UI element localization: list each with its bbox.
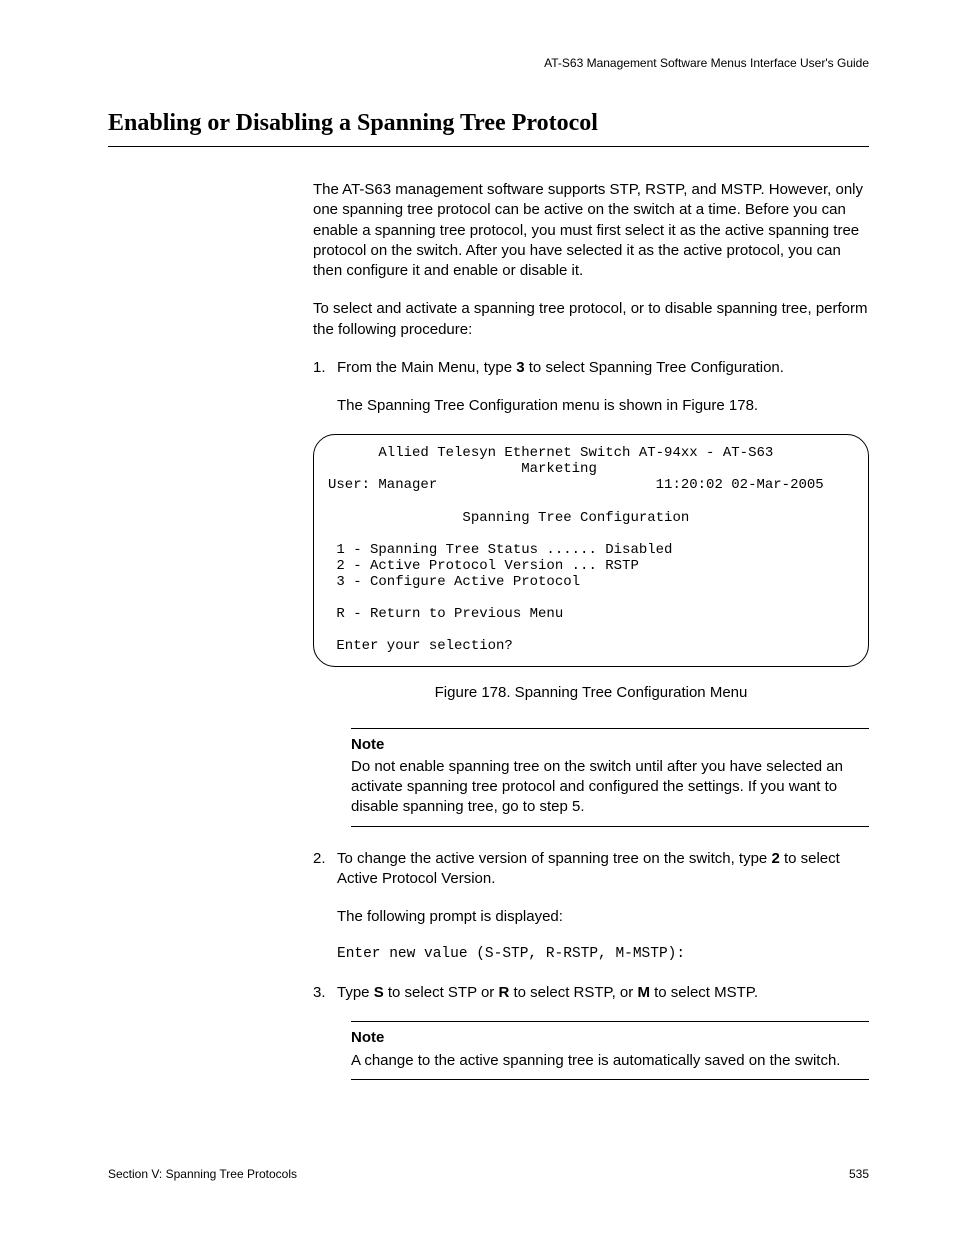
body-content: The AT-S63 management software supports …: [313, 180, 869, 1102]
step-2: 2. To change the active version of spann…: [313, 849, 869, 890]
intro-paragraph-2: To select and activate a spanning tree p…: [313, 299, 869, 340]
t3d: R: [498, 984, 509, 1001]
note-1: Note Do not enable spanning tree on the …: [351, 728, 869, 827]
t-l8: R - Return to Previous Menu: [328, 606, 563, 622]
t3b: S: [374, 984, 384, 1001]
txt-b: 2: [771, 850, 779, 867]
note-title: Note: [351, 735, 869, 755]
section-heading: Enabling or Disabling a Spanning Tree Pr…: [108, 110, 869, 147]
step-number: 2.: [313, 849, 337, 890]
t3a: Type: [337, 984, 374, 1001]
t-l4: Spanning Tree Configuration: [328, 510, 689, 526]
step-2-sub: The following prompt is displayed:: [337, 907, 869, 927]
txt-a: From the Main Menu, type: [337, 359, 516, 376]
step-number: 1.: [313, 358, 337, 378]
t-l9: Enter your selection?: [328, 638, 513, 654]
t3e: to select RSTP, or: [509, 984, 637, 1001]
txt-c: to select Spanning Tree Configuration.: [525, 359, 784, 376]
t3f: M: [637, 984, 650, 1001]
figure-caption: Figure 178. Spanning Tree Configuration …: [313, 683, 869, 703]
prompt-line: Enter new value (S-STP, R-RSTP, M-MSTP):: [337, 945, 869, 965]
step-1: 1. From the Main Menu, type 3 to select …: [313, 358, 869, 378]
step-text: From the Main Menu, type 3 to select Spa…: [337, 358, 869, 378]
step-text: To change the active version of spanning…: [337, 849, 869, 890]
t-l7: 3 - Configure Active Protocol: [328, 574, 580, 590]
step-text: Type S to select STP or R to select RSTP…: [337, 983, 869, 1003]
note-body: Do not enable spanning tree on the switc…: [351, 757, 869, 818]
running-header: AT-S63 Management Software Menus Interfa…: [544, 56, 869, 70]
t-l3: User: Manager 11:20:02 02-Mar-2005: [328, 477, 824, 493]
t-l1: Allied Telesyn Ethernet Switch AT-94xx -…: [328, 445, 773, 461]
footer-section: Section V: Spanning Tree Protocols: [108, 1167, 297, 1181]
t-l5: 1 - Spanning Tree Status ...... Disabled: [328, 542, 672, 558]
note-2: Note A change to the active spanning tre…: [351, 1021, 869, 1080]
step-1-sub: The Spanning Tree Configuration menu is …: [337, 396, 869, 416]
t-l6: 2 - Active Protocol Version ... RSTP: [328, 558, 639, 574]
t-l2: Marketing: [328, 461, 597, 477]
intro-paragraph-1: The AT-S63 management software supports …: [313, 180, 869, 281]
txt-a: To change the active version of spanning…: [337, 850, 771, 867]
t3c: to select STP or: [384, 984, 499, 1001]
page-number: 535: [849, 1167, 869, 1181]
t3g: to select MSTP.: [650, 984, 758, 1001]
note-title: Note: [351, 1028, 869, 1048]
terminal-screen: Allied Telesyn Ethernet Switch AT-94xx -…: [313, 434, 869, 667]
step-3: 3. Type S to select STP or R to select R…: [313, 983, 869, 1003]
step-number: 3.: [313, 983, 337, 1003]
txt-b: 3: [516, 359, 524, 376]
note-body: A change to the active spanning tree is …: [351, 1051, 869, 1071]
